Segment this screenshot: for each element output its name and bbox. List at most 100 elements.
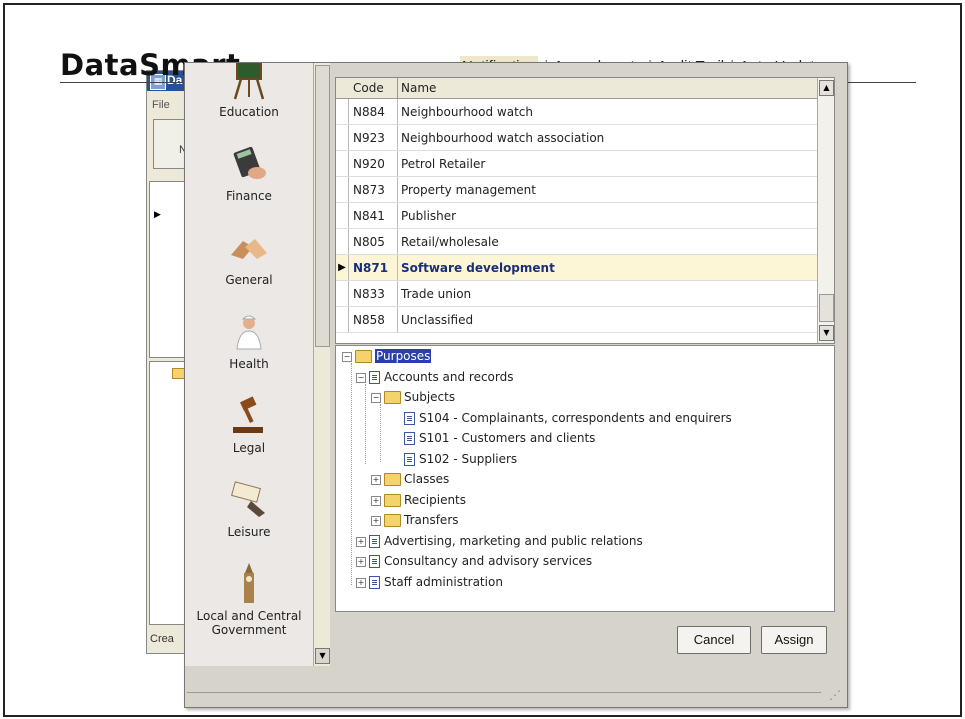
sector-dialog: Education Finance General Health Legal L…	[184, 62, 848, 708]
scroll-up-icon[interactable]: ▲	[819, 80, 834, 96]
row-header[interactable]	[336, 177, 349, 202]
scroll-down-icon[interactable]: ▼	[819, 325, 834, 341]
cell-name: Unclassified	[401, 313, 474, 327]
tree-node-recipients[interactable]: + Recipients	[371, 491, 466, 509]
scroll-down-icon[interactable]: ▼	[315, 648, 330, 664]
category-label: Leisure	[227, 525, 271, 539]
column-header-code[interactable]: Code	[353, 81, 384, 95]
category-general[interactable]: General	[185, 225, 313, 287]
collapse-icon[interactable]: −	[371, 392, 381, 403]
category-health[interactable]: Health	[185, 309, 313, 371]
tree-node-advertising[interactable]: + Advertising, marketing and public relat…	[356, 532, 643, 550]
resize-grip-icon[interactable]: ⋰	[829, 688, 841, 702]
collapse-icon[interactable]: −	[342, 351, 352, 362]
category-local-and-central-government[interactable]: Local and Central Government	[185, 561, 313, 637]
column-divider	[397, 177, 398, 202]
tree-node-label: Purposes	[375, 349, 432, 363]
expand-icon[interactable]: +	[371, 474, 381, 485]
cell-name: Petrol Retailer	[401, 157, 486, 171]
column-divider	[397, 307, 398, 332]
column-divider	[397, 255, 398, 280]
table-row[interactable]: ▶ N871 Software development	[336, 255, 818, 281]
document-icon	[404, 432, 415, 445]
expand-icon[interactable]: +	[356, 556, 366, 567]
column-divider	[397, 281, 398, 306]
row-header[interactable]	[336, 307, 349, 332]
cell-code: N871	[353, 261, 389, 275]
category-legal[interactable]: Legal	[185, 393, 313, 455]
tree-node-label: S102 - Suppliers	[419, 452, 518, 466]
sector-grid: Code Name N884 Neighbourhood watch N923 Nei…	[335, 77, 835, 344]
category-leisure[interactable]: Leisure	[185, 477, 313, 539]
folder-icon	[384, 391, 401, 404]
row-header[interactable]	[336, 99, 349, 124]
dialog-statusbar: ⋰	[185, 666, 845, 706]
tree-node-label: Accounts and records	[384, 370, 514, 384]
big-ben-icon	[244, 563, 254, 603]
expand-icon[interactable]: +	[371, 495, 381, 506]
tree-connector	[380, 404, 381, 462]
category-scrollbar[interactable]: ▼	[313, 63, 330, 666]
cell-name: Retail/wholesale	[401, 235, 499, 249]
category-education[interactable]: Education	[185, 63, 313, 119]
scrollbar-thumb[interactable]	[315, 65, 330, 347]
collapse-icon[interactable]: −	[356, 372, 366, 383]
tree-node-s101[interactable]: S101 - Customers and clients	[404, 429, 595, 447]
row-pointer-icon[interactable]: ▶	[336, 255, 349, 280]
table-row[interactable]: N873 Property management	[336, 177, 818, 203]
tree-node-staff-administration[interactable]: + Staff administration	[356, 573, 503, 591]
cell-code: N923	[353, 131, 385, 145]
expand-icon[interactable]: +	[356, 536, 366, 547]
row-header[interactable]	[336, 125, 349, 150]
ticket-icon	[231, 481, 265, 517]
row-header[interactable]	[336, 203, 349, 228]
cell-code: N884	[353, 105, 385, 119]
category-finance[interactable]: Finance	[185, 141, 313, 203]
row-header[interactable]	[336, 281, 349, 306]
tree-node-s104[interactable]: S104 - Complainants, correspondents and …	[404, 409, 732, 427]
status-panel	[187, 692, 821, 707]
category-label-line2: Government	[211, 623, 287, 637]
table-row[interactable]: N884 Neighbourhood watch	[336, 99, 818, 125]
scrollbar-thumb[interactable]	[819, 294, 834, 322]
status-text: Crea	[150, 633, 174, 645]
document-icon	[369, 371, 380, 384]
tree-node-accounts-and-records[interactable]: − Accounts and records	[356, 368, 514, 386]
easel-icon	[233, 63, 265, 100]
assign-button[interactable]: Assign	[761, 626, 827, 654]
menu-file[interactable]: File	[152, 99, 170, 111]
column-header-name[interactable]: Name	[401, 81, 436, 95]
category-list[interactable]: Education Finance General Health Legal L…	[185, 63, 314, 666]
document-icon	[369, 576, 380, 589]
table-row[interactable]: N841 Publisher	[336, 203, 818, 229]
table-row[interactable]: N920 Petrol Retailer	[336, 151, 818, 177]
table-row[interactable]: N833 Trade union	[336, 281, 818, 307]
tree-node-label: Staff administration	[384, 575, 503, 589]
table-row[interactable]: N923 Neighbourhood watch association	[336, 125, 818, 151]
nurse-icon	[236, 315, 262, 350]
expand-icon[interactable]: +	[371, 515, 381, 526]
table-row[interactable]: N805 Retail/wholesale	[336, 229, 818, 255]
tree-node-purposes[interactable]: − Purposes	[342, 347, 432, 365]
expand-icon[interactable]: +	[356, 577, 366, 588]
column-divider	[397, 125, 398, 150]
tree-node-classes[interactable]: + Classes	[371, 470, 449, 488]
column-divider	[397, 203, 398, 228]
tree-node-label: Consultancy and advisory services	[384, 554, 593, 568]
row-header[interactable]	[336, 151, 349, 176]
cell-name: Property management	[401, 183, 536, 197]
cancel-button[interactable]: Cancel	[677, 626, 751, 654]
tree-node-s102[interactable]: S102 - Suppliers	[404, 450, 517, 468]
cell-code: N833	[353, 287, 385, 301]
tree-node-label: Advertising, marketing and public relati…	[384, 534, 643, 548]
background-tree	[149, 361, 189, 625]
tree-node-transfers[interactable]: + Transfers	[371, 511, 459, 529]
tree-node-consultancy[interactable]: + Consultancy and advisory services	[356, 552, 592, 570]
tree-node-subjects[interactable]: − Subjects	[371, 388, 455, 406]
cell-code: N841	[353, 209, 385, 223]
gavel-icon	[233, 396, 263, 433]
table-row[interactable]: N858 Unclassified	[336, 307, 818, 333]
grid-scrollbar[interactable]: ▲ ▼	[817, 78, 834, 343]
cell-code: N805	[353, 235, 385, 249]
row-header[interactable]	[336, 229, 349, 254]
